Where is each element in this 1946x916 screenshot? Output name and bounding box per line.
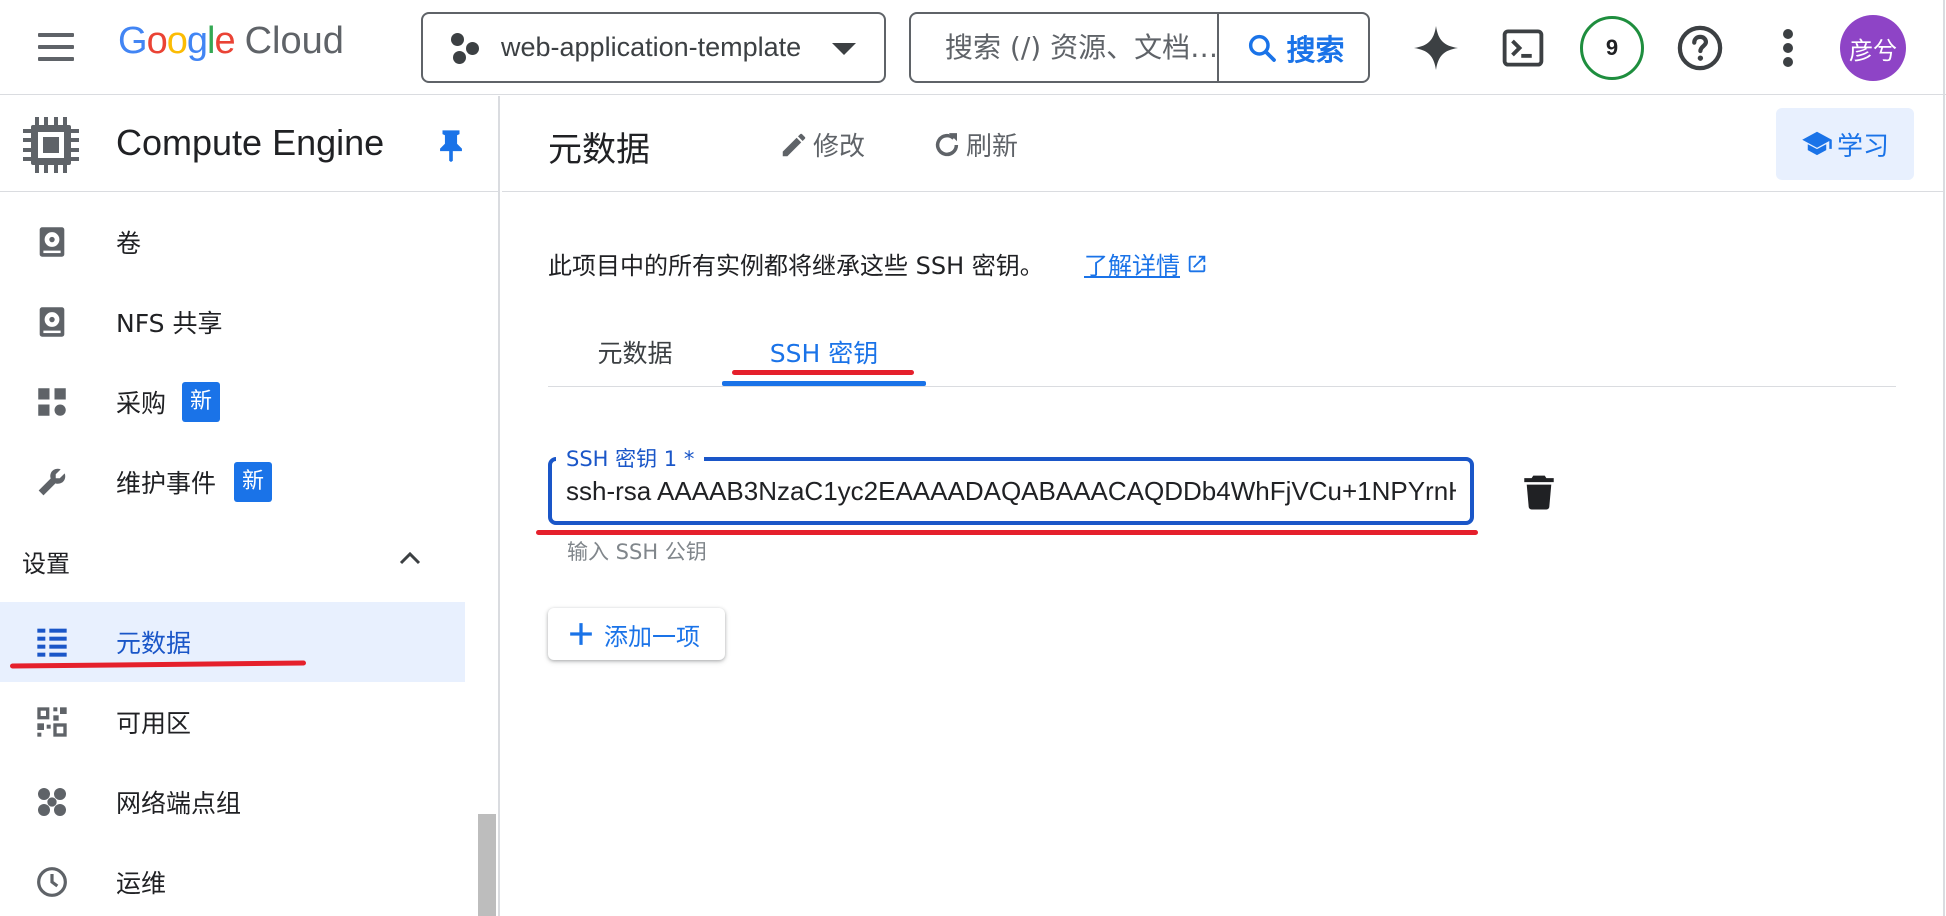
ssh-key-label: SSH 密钥 1 *: [556, 443, 705, 473]
ssh-intro-text: 此项目中的所有实例都将继承这些 SSH 密钥。: [548, 252, 1044, 280]
sidebar-item-network-endpoint-groups[interactable]: 网络端点组: [0, 762, 465, 842]
sidebar-item-label: 维护事件: [116, 469, 217, 498]
add-item-label: 添加一项: [604, 622, 700, 651]
chevron-down-icon: [832, 43, 856, 55]
sidebar-scrollbar[interactable]: [478, 814, 496, 916]
search-button[interactable]: 搜索: [1217, 14, 1368, 81]
compute-engine-chip-icon: [23, 117, 79, 173]
wrench-icon: [34, 464, 70, 500]
avatar[interactable]: 彦兮: [1840, 15, 1906, 81]
learn-label: 学习: [1836, 131, 1889, 162]
sidebar-item-label: 卷: [116, 229, 142, 258]
clock-icon: [34, 864, 70, 900]
top-bar: Google Cloud web-application-template 搜索…: [0, 0, 1946, 95]
tab-ssh-keys[interactable]: SSH 密钥: [722, 318, 926, 386]
new-badge: 新: [234, 462, 273, 502]
section-label: 设置: [22, 550, 70, 578]
search-input[interactable]: [911, 14, 1217, 81]
logo-letter: o: [166, 20, 188, 62]
annotation-underline-field: [536, 530, 1478, 535]
google-cloud-logo[interactable]: Google Cloud: [118, 20, 344, 76]
logo-google-text: Google: [118, 20, 236, 63]
sidebar-item-label: NFS 共享: [116, 309, 223, 338]
annotation-underline-tab: [732, 370, 914, 375]
sidebar-item-operations[interactable]: 运维: [0, 842, 465, 916]
pencil-icon: [782, 133, 806, 156]
sidebar-item-label: 网络端点组: [116, 789, 242, 818]
learn-more-link[interactable]: 了解详情: [1084, 246, 1208, 281]
search-button-label: 搜索: [1286, 32, 1345, 67]
add-item-button[interactable]: 添加一项: [548, 608, 725, 660]
tab-metadata[interactable]: 元数据: [549, 318, 721, 386]
sidebar-item-label: 采购: [116, 389, 167, 418]
sidebar: Compute Engine 卷 NFS 共享 采购 新 维护事件 新 设置 元…: [0, 96, 500, 916]
ssh-key-helper-text: 输入 SSH 公钥: [567, 540, 707, 564]
chevron-up-icon: [399, 551, 421, 565]
sidebar-item-nfs[interactable]: NFS 共享: [0, 282, 465, 362]
disk-icon: [34, 304, 70, 340]
edit-button[interactable]: 修改: [779, 126, 865, 163]
external-link-icon: [1188, 255, 1206, 272]
new-badge: 新: [182, 382, 221, 422]
zones-icon: [34, 704, 70, 740]
page-header: 元数据 修改 刷新 学习: [502, 96, 1943, 192]
search-icon: [1249, 34, 1277, 62]
learn-more-label: 了解详情: [1084, 252, 1180, 280]
page-title: 元数据: [548, 130, 650, 170]
refresh-icon: [935, 132, 959, 156]
project-icon: [449, 31, 483, 65]
sidebar-section-settings[interactable]: 设置: [0, 524, 465, 594]
logo-letter: G: [118, 20, 148, 62]
help-icon[interactable]: [1674, 22, 1726, 74]
commitments-icon: [34, 384, 70, 420]
sidebar-item-zones[interactable]: 可用区: [0, 682, 465, 762]
tabs-divider: [548, 386, 1896, 387]
plus-icon: [570, 623, 592, 645]
logo-letter: g: [186, 20, 208, 62]
logo-letter: e: [214, 20, 235, 62]
window-edge-divider: [1943, 0, 1945, 916]
project-selector[interactable]: web-application-template: [421, 12, 886, 83]
school-icon: [1802, 131, 1832, 156]
sidebar-item-label: 运维: [116, 869, 167, 898]
disk-icon: [34, 224, 70, 260]
cloud-shell-icon[interactable]: [1497, 22, 1549, 74]
project-name: web-application-template: [501, 32, 802, 62]
learn-button[interactable]: 学习: [1776, 108, 1914, 180]
sidebar-item-label: 元数据: [116, 629, 192, 658]
sidebar-item-label: 可用区: [116, 709, 192, 738]
refresh-button[interactable]: 刷新: [932, 126, 1018, 163]
refresh-label: 刷新: [966, 132, 1019, 162]
delete-icon[interactable]: [1522, 474, 1556, 510]
logo-cloud-text: Cloud: [244, 20, 344, 62]
sidebar-title: Compute Engine: [116, 122, 385, 163]
edit-label: 修改: [813, 132, 866, 162]
gemini-sparkle-icon[interactable]: [1410, 22, 1462, 74]
sidebar-item-volumes[interactable]: 卷: [0, 202, 465, 282]
sidebar-header: Compute Engine: [0, 96, 498, 192]
sidebar-item-commitments[interactable]: 采购 新: [0, 362, 465, 442]
more-vert-icon[interactable]: [1762, 22, 1814, 74]
logo-letter: o: [146, 20, 168, 62]
sidebar-item-maintenance[interactable]: 维护事件 新: [0, 442, 465, 522]
network-endpoint-icon: [34, 784, 70, 820]
list-icon: [34, 624, 70, 660]
main-menu-icon[interactable]: [36, 31, 76, 63]
search-box: 搜索: [909, 12, 1370, 83]
sidebar-item-metadata[interactable]: 元数据: [0, 602, 465, 682]
pin-icon[interactable]: [436, 128, 466, 162]
notifications-badge[interactable]: 9: [1580, 16, 1644, 80]
